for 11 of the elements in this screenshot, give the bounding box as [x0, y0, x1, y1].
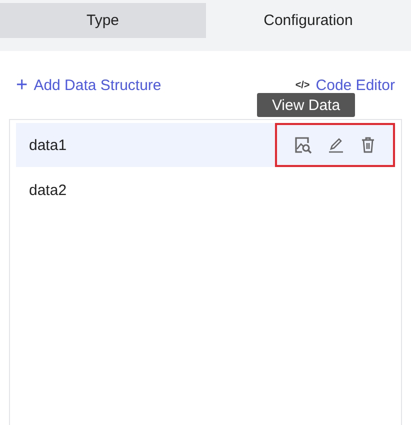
list-item[interactable]: data2	[16, 168, 395, 212]
delete-icon[interactable]	[359, 136, 377, 154]
item-name: data2	[29, 182, 67, 198]
tab[interactable]: Type	[0, 3, 206, 38]
list-item[interactable]: data1	[16, 123, 395, 167]
tooltip: View Data	[257, 93, 355, 117]
edit-icon[interactable]	[327, 136, 345, 154]
view-data-icon[interactable]	[293, 135, 313, 155]
code-editor-link[interactable]: </> Code Editor	[295, 76, 395, 94]
item-name: data1	[29, 136, 67, 154]
add-data-structure-link[interactable]: + Add Data Structure	[16, 74, 162, 96]
